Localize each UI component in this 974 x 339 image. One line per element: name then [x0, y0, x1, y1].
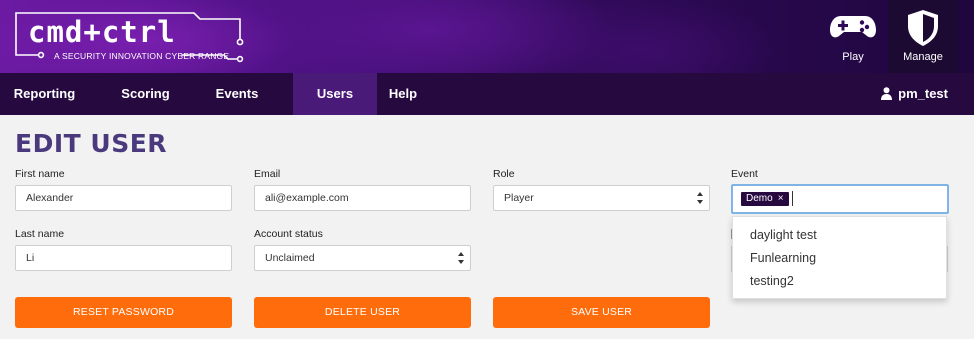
logo-wordmark: cmd+ctrl [28, 15, 176, 49]
role-label: Role [493, 168, 515, 180]
brand-logo[interactable]: cmd+ctrl A SECURITY INNOVATION CYBER RAN… [14, 9, 244, 63]
manage-button[interactable]: Manage [888, 0, 958, 73]
save-user-button[interactable]: SAVE USER [493, 297, 710, 328]
user-icon [881, 87, 893, 100]
select-arrows-icon [697, 192, 703, 204]
first-name-label: First name [15, 168, 65, 180]
user-menu[interactable]: pm_test [881, 73, 948, 115]
nav-item-help[interactable]: Help [377, 73, 429, 115]
last-name-field[interactable]: Li [15, 245, 232, 271]
account-status-select[interactable]: Unclaimed [254, 245, 471, 271]
tag-remove-icon[interactable]: × [778, 193, 784, 204]
nav-item-events[interactable]: Events [202, 73, 272, 115]
first-name-field[interactable]: Alexander [15, 185, 232, 211]
account-status-label: Account status [254, 228, 323, 240]
page-title: EDIT USER [15, 129, 168, 158]
play-button[interactable]: Play [818, 0, 888, 73]
email-field[interactable]: ali@example.com [254, 185, 471, 211]
main-nav: Reporting Scoring Events Users Help pm_t… [0, 73, 974, 115]
delete-user-button[interactable]: DELETE USER [254, 297, 471, 328]
event-multiselect[interactable]: Demo × [731, 184, 949, 214]
play-label: Play [842, 51, 864, 63]
event-dropdown: daylight test Funlearning testing2 [732, 216, 947, 299]
manage-label: Manage [903, 51, 943, 63]
event-tag: Demo × [741, 192, 789, 206]
account-status-value: Unclaimed [265, 252, 315, 264]
reset-password-button[interactable]: RESET PASSWORD [15, 297, 232, 328]
event-option[interactable]: testing2 [750, 274, 794, 288]
user-name: pm_test [898, 86, 948, 101]
gamepad-icon [830, 16, 876, 38]
nav-item-users[interactable]: Users [293, 73, 377, 115]
text-caret [792, 191, 793, 206]
event-label: Event [731, 168, 758, 180]
shield-icon [908, 10, 938, 46]
logo-tagline: A SECURITY INNOVATION CYBER RANGE [54, 51, 230, 61]
header-banner: cmd+ctrl A SECURITY INNOVATION CYBER RAN… [0, 0, 974, 73]
nav-item-reporting[interactable]: Reporting [0, 73, 89, 115]
role-select[interactable]: Player [493, 185, 710, 211]
event-option[interactable]: daylight test [750, 228, 817, 242]
role-value: Player [504, 192, 534, 204]
last-name-label: Last name [15, 228, 65, 240]
event-option[interactable]: Funlearning [750, 251, 816, 265]
select-arrows-icon [458, 252, 464, 264]
nav-item-scoring[interactable]: Scoring [108, 73, 183, 115]
email-label: Email [254, 168, 281, 180]
event-tag-label: Demo [746, 193, 773, 204]
